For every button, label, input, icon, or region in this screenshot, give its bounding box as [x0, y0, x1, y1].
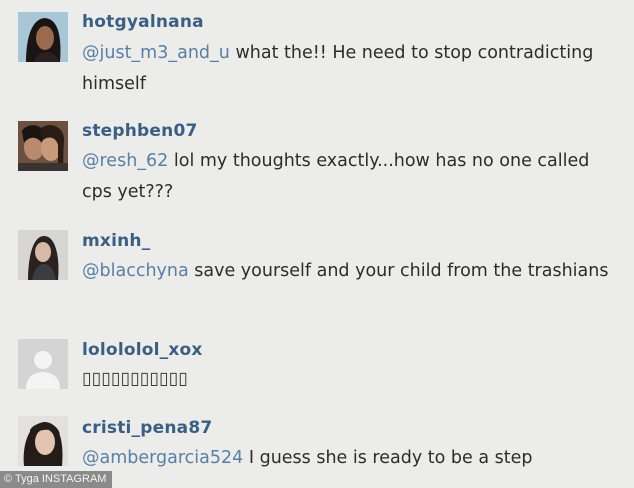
comment-text: @blacchyna save yourself and your child …	[82, 256, 622, 287]
comment-body: save yourself and your child from the tr…	[188, 261, 609, 281]
default-avatar-icon[interactable]	[18, 339, 68, 389]
avatar[interactable]	[18, 121, 68, 171]
comment-username[interactable]: mxinh_	[82, 231, 150, 251]
comment-username[interactable]: lolololol_xox	[82, 340, 203, 360]
comment-mention[interactable]: @blacchyna	[82, 261, 189, 281]
comment-username[interactable]: cristi_pena87	[82, 418, 212, 438]
comment-feed: hotgyalnana @just_m3_and_u what the!! He…	[0, 0, 634, 488]
avatar[interactable]	[18, 230, 68, 280]
avatar[interactable]	[18, 12, 68, 62]
comment-mention[interactable]: @just_m3_and_u	[82, 43, 230, 63]
comment-body: I guess she is ready to be a step	[243, 448, 533, 468]
comment-mention[interactable]: @resh_62	[82, 151, 168, 171]
comment-text: ▯▯▯▯▯▯▯▯▯▯▯	[82, 369, 188, 389]
comment-text: @ambergarcia524 I guess she is ready to …	[82, 443, 622, 474]
comment-username[interactable]: stephben07	[82, 121, 198, 141]
comment-text: @resh_62 lol my thoughts exactly...how h…	[82, 146, 622, 208]
photo-credit: © Tyga INSTAGRAM	[0, 471, 113, 488]
comment-username[interactable]: hotgyalnana	[82, 12, 204, 32]
avatar[interactable]	[18, 416, 68, 466]
comment-mention[interactable]: @ambergarcia524	[82, 448, 243, 468]
comment-text: @just_m3_and_u what the!! He need to sto…	[82, 38, 622, 100]
